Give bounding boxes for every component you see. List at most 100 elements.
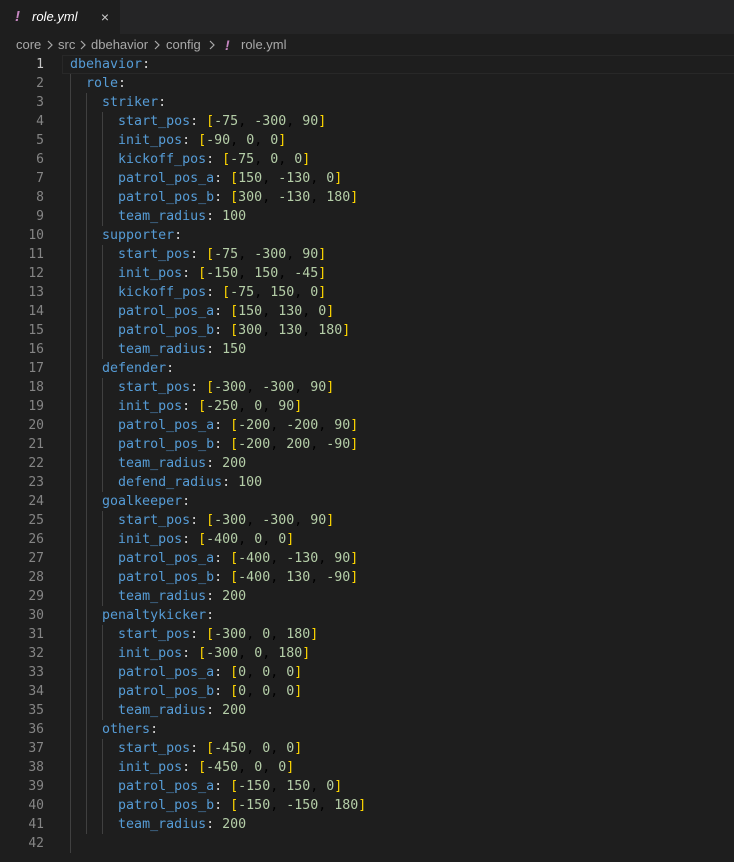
code-text: patrol_pos_b: [0, 0, 0]	[118, 684, 303, 699]
code-line[interactable]: 8 patrol_pos_b: [300, -130, 180]	[0, 188, 734, 207]
code-line[interactable]: 10 supporter:	[0, 226, 734, 245]
line-number: 24	[28, 494, 44, 509]
indent-guide	[70, 834, 71, 853]
code-text: init_pos: [-250, 0, 90]	[118, 399, 303, 414]
code-line[interactable]: 30 penaltykicker:	[0, 606, 734, 625]
breadcrumb-item-dbehavior[interactable]: dbehavior	[91, 37, 148, 53]
code-text: team_radius: 200	[118, 817, 247, 832]
code-text: patrol_pos_b: [300, -130, 180]	[118, 190, 359, 205]
code-text: striker:	[102, 95, 167, 110]
code-line[interactable]: 42	[0, 834, 734, 853]
code-line[interactable]: 14 patrol_pos_a: [150, 130, 0]	[0, 302, 734, 321]
code-line[interactable]: 33 patrol_pos_a: [0, 0, 0]	[0, 663, 734, 682]
code-text: init_pos: [-90, 0, 0]	[118, 133, 287, 148]
code-text: dbehavior:	[70, 57, 151, 72]
code-text: kickoff_pos: [-75, 0, 0]	[118, 152, 311, 167]
code-text: goalkeeper:	[102, 494, 191, 509]
code-line[interactable]: 6 kickoff_pos: [-75, 0, 0]	[0, 150, 734, 169]
code-line[interactable]: 19 init_pos: [-250, 0, 90]	[0, 397, 734, 416]
code-line[interactable]: 3 striker:	[0, 93, 734, 112]
code-text: start_pos: [-450, 0, 0]	[118, 741, 303, 756]
code-line[interactable]: 23 defend_radius: 100	[0, 473, 734, 492]
code-line[interactable]: 24 goalkeeper:	[0, 492, 734, 511]
line-number: 11	[28, 247, 44, 262]
code-line[interactable]: 1 dbehavior:	[0, 55, 734, 74]
code-text: penaltykicker:	[102, 608, 215, 623]
code-line[interactable]: 36 others:	[0, 720, 734, 739]
breadcrumb-item-src[interactable]: src	[58, 37, 75, 53]
line-number: 6	[36, 152, 44, 167]
code-line[interactable]: 25 start_pos: [-300, -300, 90]	[0, 511, 734, 530]
line-number: 16	[28, 342, 44, 357]
code-text: team_radius: 150	[118, 342, 247, 357]
code-text: start_pos: [-75, -300, 90]	[118, 247, 327, 262]
code-text: patrol_pos_b: [-150, -150, 180]	[118, 798, 367, 813]
code-line[interactable]: 18 start_pos: [-300, -300, 90]	[0, 378, 734, 397]
line-number: 30	[28, 608, 44, 623]
code-text: patrol_pos_a: [150, 130, 0]	[118, 304, 335, 319]
code-text: team_radius: 200	[118, 703, 247, 718]
code-line[interactable]: 9 team_radius: 100	[0, 207, 734, 226]
code-line[interactable]: 27 patrol_pos_a: [-400, -130, 90]	[0, 549, 734, 568]
code-line[interactable]: 28 patrol_pos_b: [-400, 130, -90]	[0, 568, 734, 587]
code-text: init_pos: [-400, 0, 0]	[118, 532, 295, 547]
code-line[interactable]: 16 team_radius: 150	[0, 340, 734, 359]
code-line[interactable]: 12 init_pos: [-150, 150, -45]	[0, 264, 734, 283]
code-line[interactable]: 21 patrol_pos_b: [-200, 200, -90]	[0, 435, 734, 454]
code-line[interactable]: 7 patrol_pos_a: [150, -130, 0]	[0, 169, 734, 188]
code-line[interactable]: 35 team_radius: 200	[0, 701, 734, 720]
breadcrumb-item-config[interactable]: config	[166, 37, 201, 53]
code-text: patrol_pos_b: [-400, 130, -90]	[118, 570, 359, 585]
chevron-right-icon	[45, 37, 55, 53]
line-number: 35	[28, 703, 44, 718]
line-number: 42	[28, 836, 44, 851]
line-number: 8	[36, 190, 44, 205]
code-line[interactable]: 40 patrol_pos_b: [-150, -150, 180]	[0, 796, 734, 815]
tab-role-yml[interactable]: ! role.yml ×	[0, 0, 120, 34]
code-text: patrol_pos_a: [-400, -130, 90]	[118, 551, 359, 566]
code-line[interactable]: 29 team_radius: 200	[0, 587, 734, 606]
code-line[interactable]: 20 patrol_pos_a: [-200, -200, 90]	[0, 416, 734, 435]
code-line[interactable]: 22 team_radius: 200	[0, 454, 734, 473]
line-number: 9	[36, 209, 44, 224]
code-text: patrol_pos_a: [-200, -200, 90]	[118, 418, 359, 433]
line-number: 36	[28, 722, 44, 737]
breadcrumb-item-core[interactable]: core	[16, 37, 41, 53]
tab-label: role.yml	[32, 9, 78, 24]
code-text: defender:	[102, 361, 175, 376]
code-line[interactable]: 5 init_pos: [-90, 0, 0]	[0, 131, 734, 150]
code-line[interactable]: 34 patrol_pos_b: [0, 0, 0]	[0, 682, 734, 701]
breadcrumb-item-file[interactable]: role.yml	[241, 37, 287, 53]
code-line[interactable]: 13 kickoff_pos: [-75, 150, 0]	[0, 283, 734, 302]
yaml-file-icon: !	[225, 37, 230, 53]
line-number: 41	[28, 817, 44, 832]
line-number: 27	[28, 551, 44, 566]
code-text: kickoff_pos: [-75, 150, 0]	[118, 285, 327, 300]
code-line[interactable]: 37 start_pos: [-450, 0, 0]	[0, 739, 734, 758]
code-text: start_pos: [-300, -300, 90]	[118, 513, 335, 528]
code-text: patrol_pos_a: [150, -130, 0]	[118, 171, 343, 186]
code-text: supporter:	[102, 228, 183, 243]
code-line[interactable]: 17 defender:	[0, 359, 734, 378]
line-number: 39	[28, 779, 44, 794]
code-line[interactable]: 39 patrol_pos_a: [-150, 150, 0]	[0, 777, 734, 796]
code-line[interactable]: 41 team_radius: 200	[0, 815, 734, 834]
code-text: team_radius: 100	[118, 209, 247, 224]
code-line[interactable]: 15 patrol_pos_b: [300, 130, 180]	[0, 321, 734, 340]
code-line[interactable]: 11 start_pos: [-75, -300, 90]	[0, 245, 734, 264]
code-editor[interactable]: 1 dbehavior: 2 role: 3 striker: 4 start_pos:…	[0, 55, 734, 862]
code-text: role:	[86, 76, 127, 91]
code-text: team_radius: 200	[118, 589, 247, 604]
code-line[interactable]: 4 start_pos: [-75, -300, 90]	[0, 112, 734, 131]
code-line[interactable]: 31 start_pos: [-300, 0, 180]	[0, 625, 734, 644]
line-number: 23	[28, 475, 44, 490]
code-line[interactable]: 38 init_pos: [-450, 0, 0]	[0, 758, 734, 777]
line-number: 38	[28, 760, 44, 775]
close-icon[interactable]: ×	[96, 7, 114, 27]
code-line[interactable]: 2 role:	[0, 74, 734, 93]
code-text: start_pos: [-300, 0, 180]	[118, 627, 319, 642]
code-line[interactable]: 26 init_pos: [-400, 0, 0]	[0, 530, 734, 549]
line-number: 32	[28, 646, 44, 661]
code-line[interactable]: 32 init_pos: [-300, 0, 180]	[0, 644, 734, 663]
line-number: 29	[28, 589, 44, 604]
